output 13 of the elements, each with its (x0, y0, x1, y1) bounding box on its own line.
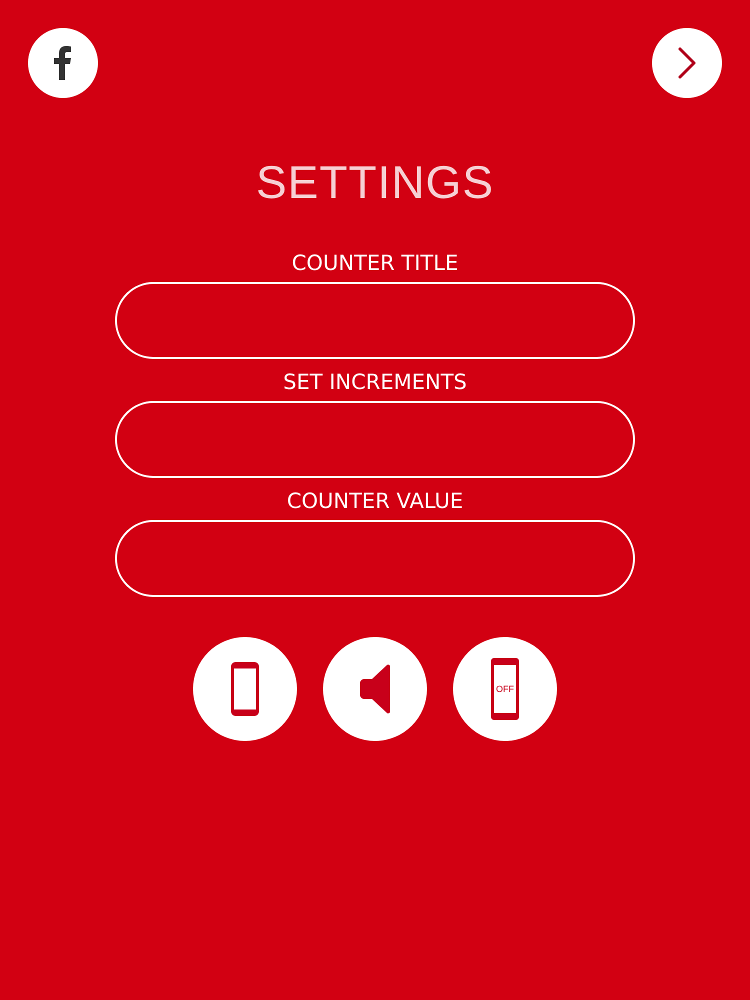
input-field[interactable] (115, 520, 635, 597)
phone-icon (231, 662, 259, 716)
field-label: COUNTER TITLE (292, 250, 458, 276)
input-field[interactable] (115, 282, 635, 359)
facebook-icon (54, 46, 72, 80)
settings-title: SETTINGS (256, 155, 494, 210)
speaker-icon (360, 664, 390, 714)
field-label: COUNTER VALUE (286, 488, 464, 514)
input-field[interactable] (115, 401, 635, 478)
chevron-right-icon (678, 47, 696, 79)
off-label: OFF (496, 684, 514, 694)
field-label: SET INCREMENTS (283, 369, 467, 395)
phone-button[interactable]: OFF (453, 637, 557, 741)
